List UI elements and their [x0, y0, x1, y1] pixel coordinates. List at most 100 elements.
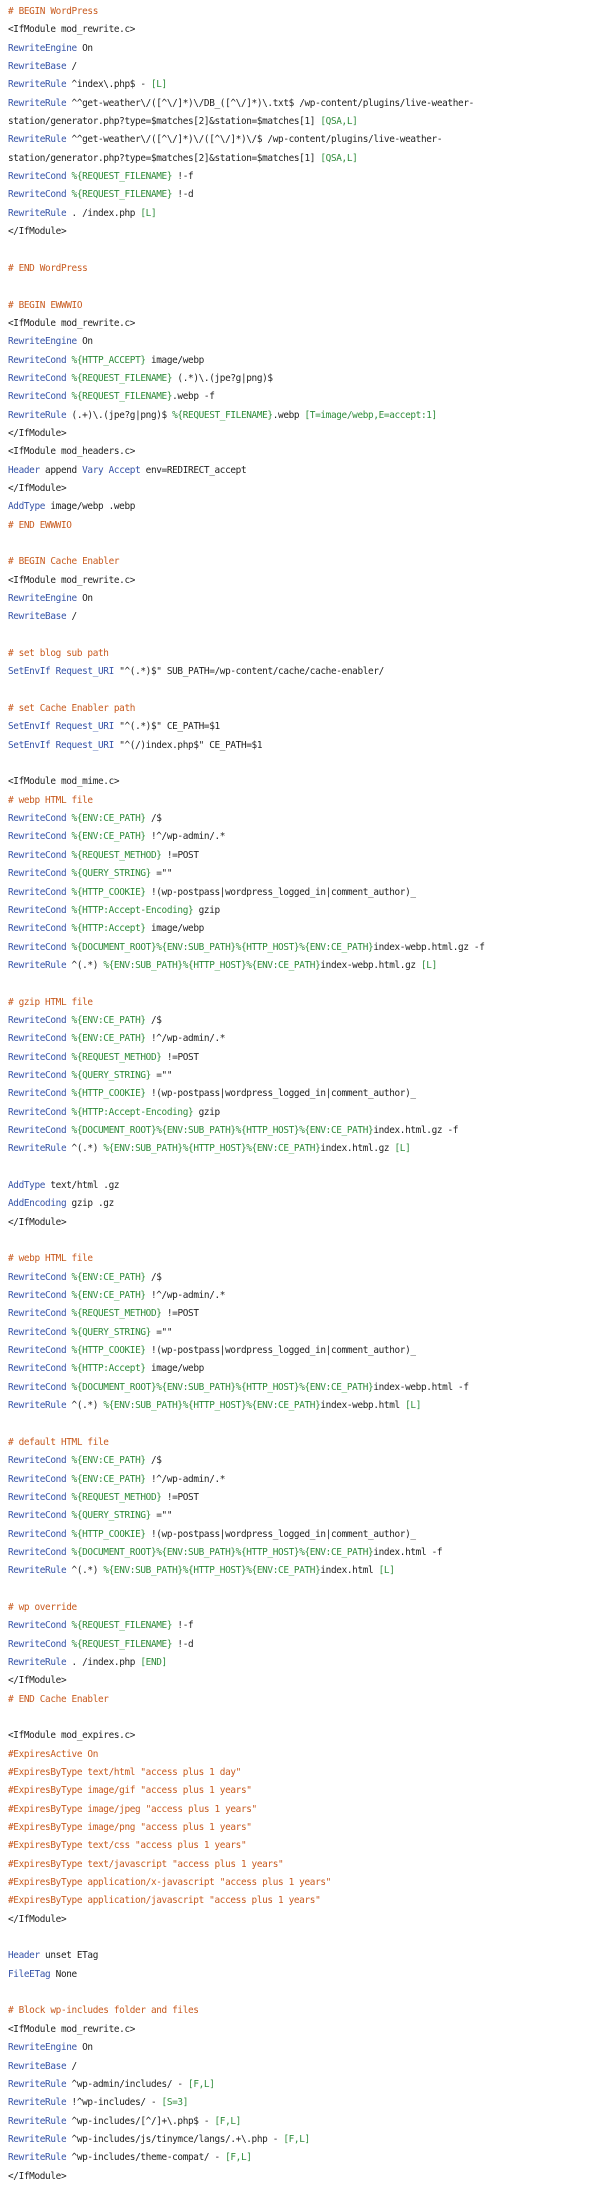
flag-token: [L]: [140, 207, 157, 219]
variable-token: %{ENV:CE_PATH}: [71, 1014, 146, 1026]
code-line: <IfModule mod_headers.c>: [8, 443, 600, 461]
text-token: /: [66, 2060, 78, 2072]
code-line: # wp override: [8, 1599, 600, 1617]
directive-token: RewriteCond: [8, 813, 67, 825]
code-line: RewriteRule ^index\.php$ - [L]: [8, 76, 600, 94]
text-token: /$: [145, 1271, 162, 1283]
directive-token: RewriteCond: [8, 1345, 67, 1357]
code-line: <IfModule mod_rewrite.c>: [8, 2021, 600, 2039]
text-token: !=POST: [161, 1308, 199, 1320]
variable-token: %{DOCUMENT_ROOT}%{ENV:SUB_PATH}%{HTTP_HO…: [71, 1546, 374, 1558]
flag-token: [L]: [394, 1143, 411, 1155]
flag-token: [T=image/webp,E=accept:1]: [304, 409, 438, 421]
variable-token: %{HTTP:Accept}: [71, 923, 146, 935]
variable-token: %{QUERY_STRING}: [71, 1510, 152, 1522]
directive-token: RewriteCond: [8, 391, 67, 403]
comment-token: #ExpiresByType image/jpeg "access plus 1…: [8, 1803, 257, 1815]
code-line: #ExpiresByType text/html "access plus 1 …: [8, 1764, 600, 1782]
comment-token: # Block wp-includes folder and files: [8, 2005, 199, 2017]
comment-token: # gzip HTML file: [8, 996, 93, 1008]
variable-token: %{DOCUMENT_ROOT}%{ENV:SUB_PATH}%{HTTP_HO…: [71, 1381, 374, 1393]
comment-token: # BEGIN WordPress: [8, 6, 99, 17]
code-line: RewriteCond %{ENV:CE_PATH} /$: [8, 1012, 600, 1030]
text-token: ^index\.php$ -: [66, 79, 151, 91]
code-line: # gzip HTML file: [8, 994, 600, 1012]
code-line: RewriteCond %{DOCUMENT_ROOT}%{ENV:SUB_PA…: [8, 1122, 600, 1140]
code-line: RewriteCond %{ENV:CE_PATH} /$: [8, 1269, 600, 1287]
comment-token: # BEGIN EWWWIO: [8, 299, 83, 311]
variable-token: %{DOCUMENT_ROOT}%{ENV:SUB_PATH}%{HTTP_HO…: [71, 1124, 374, 1136]
directive-token: RewriteCond: [8, 1088, 67, 1100]
directive-token: RewriteCond: [8, 831, 67, 843]
directive-token: RewriteCond: [8, 1326, 67, 1338]
module-tag-token: </IfModule>: [8, 2170, 67, 2182]
variable-token: %{ENV:CE_PATH}: [71, 1033, 146, 1045]
variable-token: %{ENV:CE_PATH}: [71, 1290, 146, 1302]
variable-token: %{REQUEST_METHOD}: [71, 1308, 162, 1320]
flag-token: [QSA,L]: [320, 152, 358, 164]
variable-token: %{HTTP:Accept-Encoding}: [71, 904, 194, 916]
directive-token: RewriteRule: [8, 1565, 67, 1577]
directive-token: RewriteCond: [8, 1491, 67, 1503]
variable-token: %{ENV:CE_PATH}: [71, 1271, 146, 1283]
code-line: RewriteCond %{HTTP:Accept} image/webp: [8, 1360, 600, 1378]
variable-token: %{ENV:CE_PATH}: [71, 813, 146, 825]
text-token: image/webp: [145, 1363, 204, 1375]
text-token: !^wp-includes/ -: [66, 2097, 162, 2109]
text-token: ="": [150, 1326, 173, 1338]
code-line: # END Cache Enabler: [8, 1691, 600, 1709]
code-line: RewriteRule ^^get-weather\/([^\/]*)\/DB_…: [8, 95, 600, 113]
text-token: /: [66, 611, 78, 623]
directive-token: RewriteCond: [8, 1106, 67, 1118]
variable-token: %{REQUEST_FILENAME}: [71, 372, 173, 384]
code-line: SetEnvIf Request_URI "^(/)index.php$" CE…: [8, 737, 600, 755]
variable-token: %{ENV:CE_PATH}: [71, 1473, 146, 1485]
code-line: RewriteRule . /index.php [END]: [8, 1654, 600, 1672]
directive-token: SetEnvIf: [8, 739, 51, 751]
text-token: /: [66, 61, 78, 73]
code-line: # BEGIN WordPress: [8, 3, 600, 21]
code-line: # END EWWWIO: [8, 517, 600, 535]
directive-token: RewriteCond: [8, 1638, 67, 1650]
comment-token: # default HTML file: [8, 1436, 109, 1448]
code-line: # default HTML file: [8, 1434, 600, 1452]
text-token: .webp: [272, 409, 305, 421]
directive-token: RewriteBase: [8, 61, 67, 73]
code-line: RewriteCond %{REQUEST_FILENAME} !-d: [8, 186, 600, 204]
variable-token: %{ENV:SUB_PATH}%{HTTP_HOST}%{ENV:CE_PATH…: [103, 1400, 321, 1412]
directive-token: RewriteCond: [8, 1528, 67, 1540]
directive-token: RewriteCond: [8, 1620, 67, 1632]
code-line: </IfModule>: [8, 1911, 600, 1929]
code-line: </IfModule>: [8, 1672, 600, 1690]
variable-token: %{ENV:SUB_PATH}%{HTTP_HOST}%{ENV:CE_PATH…: [103, 1143, 321, 1155]
text-token: !=POST: [161, 1051, 199, 1063]
text-token: station/generator.php?type=$matches[2]&s…: [8, 152, 321, 164]
directive-token: Accept: [108, 464, 141, 476]
text-token: On: [76, 336, 93, 348]
variable-token: %{HTTP_COOKIE}: [71, 1528, 146, 1540]
variable-token: %{HTTP:Accept-Encoding}: [71, 1106, 194, 1118]
comment-token: # set blog sub path: [8, 648, 109, 660]
code-line: RewriteCond %{REQUEST_FILENAME} !-f: [8, 168, 600, 186]
code-line: <IfModule mod_rewrite.c>: [8, 21, 600, 39]
code-line: AddType image/webp .webp: [8, 498, 600, 516]
directive-token: RewriteCond: [8, 1363, 67, 1375]
text-token: !^/wp-admin/.*: [145, 1473, 226, 1485]
variable-token: %{QUERY_STRING}: [71, 868, 152, 880]
directive-token: RewriteCond: [8, 1308, 67, 1320]
flag-token: [F,L]: [214, 2115, 242, 2127]
variable-token: %{DOCUMENT_ROOT}%{ENV:SUB_PATH}%{HTTP_HO…: [71, 941, 374, 953]
variable-token: %{HTTP_ACCEPT}: [71, 354, 146, 366]
code-line: RewriteEngine On: [8, 590, 600, 608]
code-line: RewriteCond %{QUERY_STRING} ="": [8, 1067, 600, 1085]
code-line: RewriteCond %{REQUEST_METHOD} !=POST: [8, 1489, 600, 1507]
code-line: </IfModule>: [8, 425, 600, 443]
flag-token: [F,L]: [188, 2078, 215, 2090]
text-token: . /index.php: [66, 207, 141, 219]
text-token: None: [50, 1968, 78, 1980]
text-token: index.html.gz: [320, 1143, 395, 1155]
